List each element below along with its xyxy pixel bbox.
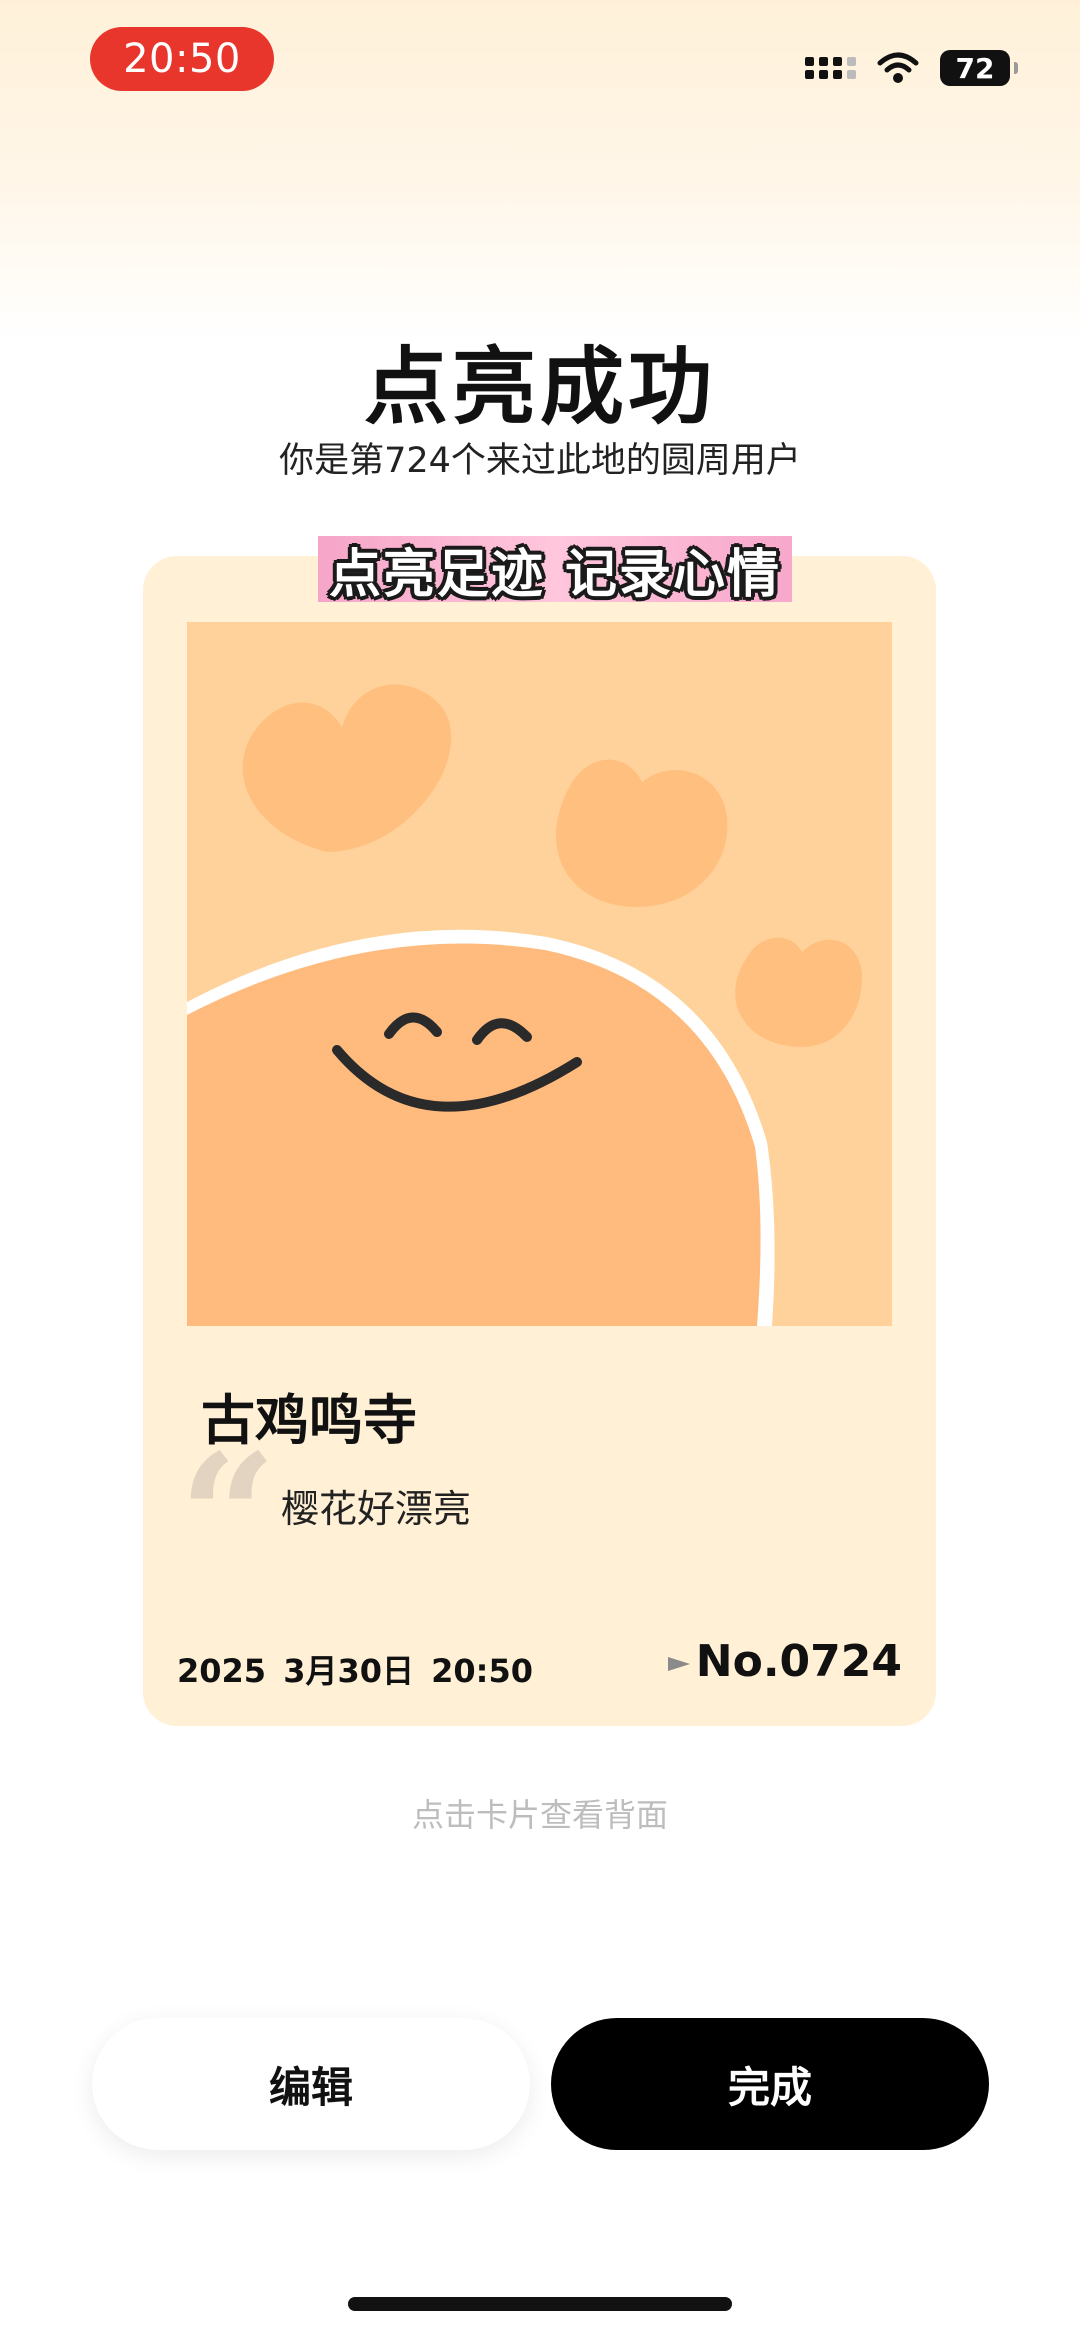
page-title: 点亮成功: [363, 338, 716, 436]
flip-hint: 点击卡片查看背面: [411, 1796, 668, 1834]
card-date: 2025 3月30日 20:50: [177, 1652, 534, 1690]
card-number-text: No.0724: [695, 1636, 902, 1687]
quote-icon: “: [179, 1417, 277, 1617]
status-time: 20:50: [90, 27, 274, 91]
card-banner: 点亮足迹 记录心情: [318, 536, 792, 605]
edit-button-label: 编辑: [268, 2062, 353, 2112]
pennant-icon: [667, 1656, 690, 1671]
done-button[interactable]: 完成: [551, 2018, 989, 2150]
page-subtitle: 你是第724个来过此地的圆周用户: [279, 441, 801, 481]
footprint-card[interactable]: 古鸡鸣寺 “ 樱花好漂亮 2025 3月30日 20:50 No.0724: [143, 556, 936, 1726]
card-note: 樱花好漂亮: [281, 1487, 472, 1531]
card-number: No.0724: [667, 1636, 902, 1687]
wifi-icon: [877, 52, 919, 83]
done-button-label: 完成: [727, 2062, 812, 2112]
edit-button[interactable]: 编辑: [92, 2018, 530, 2150]
cellular-signal-icon: [802, 57, 856, 79]
status-icons: 72: [802, 48, 1018, 88]
card-illustration: [187, 622, 892, 1326]
battery-level: 72: [955, 51, 995, 85]
battery-icon: 72: [940, 50, 1018, 86]
home-indicator[interactable]: [348, 2297, 732, 2311]
smiling-sun-illustration: [187, 622, 892, 1326]
